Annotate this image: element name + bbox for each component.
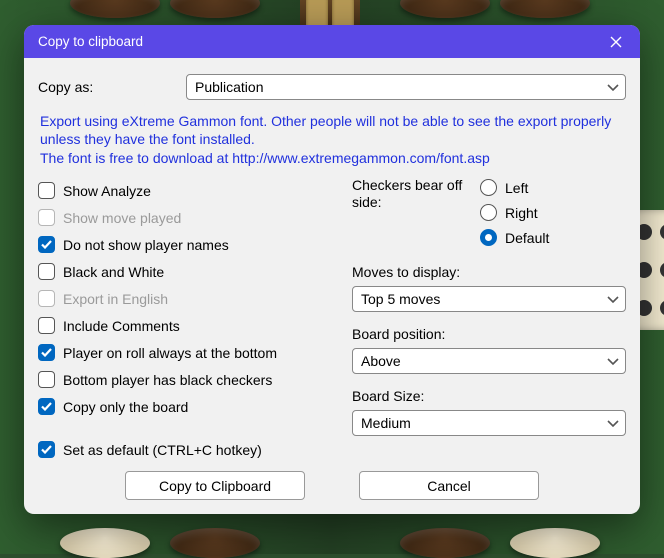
board-position-value: Above — [361, 353, 401, 369]
show-analyze-label: Show Analyze — [63, 183, 151, 199]
bearoff-default-label: Default — [505, 230, 549, 246]
options-right-column: Checkers bear off side: Left Right Defau… — [352, 177, 626, 463]
copy-only-board-label: Copy only the board — [63, 399, 188, 415]
close-button[interactable] — [602, 31, 630, 53]
show-move-played-checkbox: Show move played — [38, 204, 338, 231]
export-in-english-label: Export in English — [63, 291, 168, 307]
options-left-column: Show Analyze Show move played Do not sho… — [38, 177, 338, 463]
info-line-1: Export using eXtreme Gammon font. Other … — [40, 112, 624, 149]
board-size-value: Medium — [361, 415, 411, 431]
close-icon — [610, 36, 622, 48]
board-position-select[interactable]: Above — [352, 348, 626, 374]
include-comments-label: Include Comments — [63, 318, 180, 334]
bearoff-left-radio[interactable]: Left — [480, 177, 549, 198]
bearoff-default-radio[interactable]: Default — [480, 227, 549, 248]
player-on-roll-bottom-label: Player on roll always at the bottom — [63, 345, 277, 361]
chevron-down-icon — [607, 79, 619, 95]
copy-only-board-checkbox[interactable]: Copy only the board — [38, 393, 338, 420]
export-in-english-checkbox: Export in English — [38, 285, 338, 312]
bearoff-right-label: Right — [505, 205, 538, 221]
player-on-roll-bottom-checkbox[interactable]: Player on roll always at the bottom — [38, 339, 338, 366]
titlebar: Copy to clipboard — [24, 25, 640, 58]
set-as-default-label: Set as default (CTRL+C hotkey) — [63, 442, 262, 458]
font-download-link[interactable]: http://www.extremegammon.com/font.asp — [232, 150, 490, 166]
copy-as-value: Publication — [195, 79, 264, 95]
moves-to-display-label: Moves to display: — [352, 264, 626, 280]
chevron-down-icon — [607, 353, 619, 369]
bearoff-right-radio[interactable]: Right — [480, 202, 549, 223]
checker-piece — [400, 0, 490, 18]
black-and-white-checkbox[interactable]: Black and White — [38, 258, 338, 285]
bearoff-label: Checkers bear off side: — [352, 177, 470, 248]
set-as-default-checkbox[interactable]: Set as default (CTRL+C hotkey) — [38, 436, 338, 463]
copy-as-label: Copy as: — [38, 79, 186, 95]
chevron-down-icon — [607, 291, 619, 307]
show-analyze-checkbox[interactable]: Show Analyze — [38, 177, 338, 204]
checker-piece — [170, 0, 260, 18]
board-position-label: Board position: — [352, 326, 626, 342]
info-text: Export using eXtreme Gammon font. Other … — [40, 112, 624, 167]
copy-to-clipboard-dialog: Copy to clipboard Copy as: Publication E… — [24, 25, 640, 514]
hide-player-names-label: Do not show player names — [63, 237, 229, 253]
copy-as-select[interactable]: Publication — [186, 74, 626, 100]
board-size-select[interactable]: Medium — [352, 410, 626, 436]
moves-to-display-value: Top 5 moves — [361, 291, 440, 307]
checker-piece — [500, 0, 590, 18]
bearoff-left-label: Left — [505, 180, 528, 196]
checker-piece — [70, 0, 160, 18]
include-comments-checkbox[interactable]: Include Comments — [38, 312, 338, 339]
hide-player-names-checkbox[interactable]: Do not show player names — [38, 231, 338, 258]
cancel-button[interactable]: Cancel — [359, 471, 539, 500]
board-size-label: Board Size: — [352, 388, 626, 404]
chevron-down-icon — [607, 415, 619, 431]
moves-to-display-select[interactable]: Top 5 moves — [352, 286, 626, 312]
show-move-played-label: Show move played — [63, 210, 181, 226]
copy-to-clipboard-button[interactable]: Copy to Clipboard — [125, 471, 305, 500]
bottom-player-black-checkbox[interactable]: Bottom player has black checkers — [38, 366, 338, 393]
black-and-white-label: Black and White — [63, 264, 164, 280]
info-line-2-prefix: The font is free to download at — [40, 150, 232, 166]
bottom-player-black-label: Bottom player has black checkers — [63, 372, 272, 388]
dialog-title: Copy to clipboard — [38, 34, 143, 49]
